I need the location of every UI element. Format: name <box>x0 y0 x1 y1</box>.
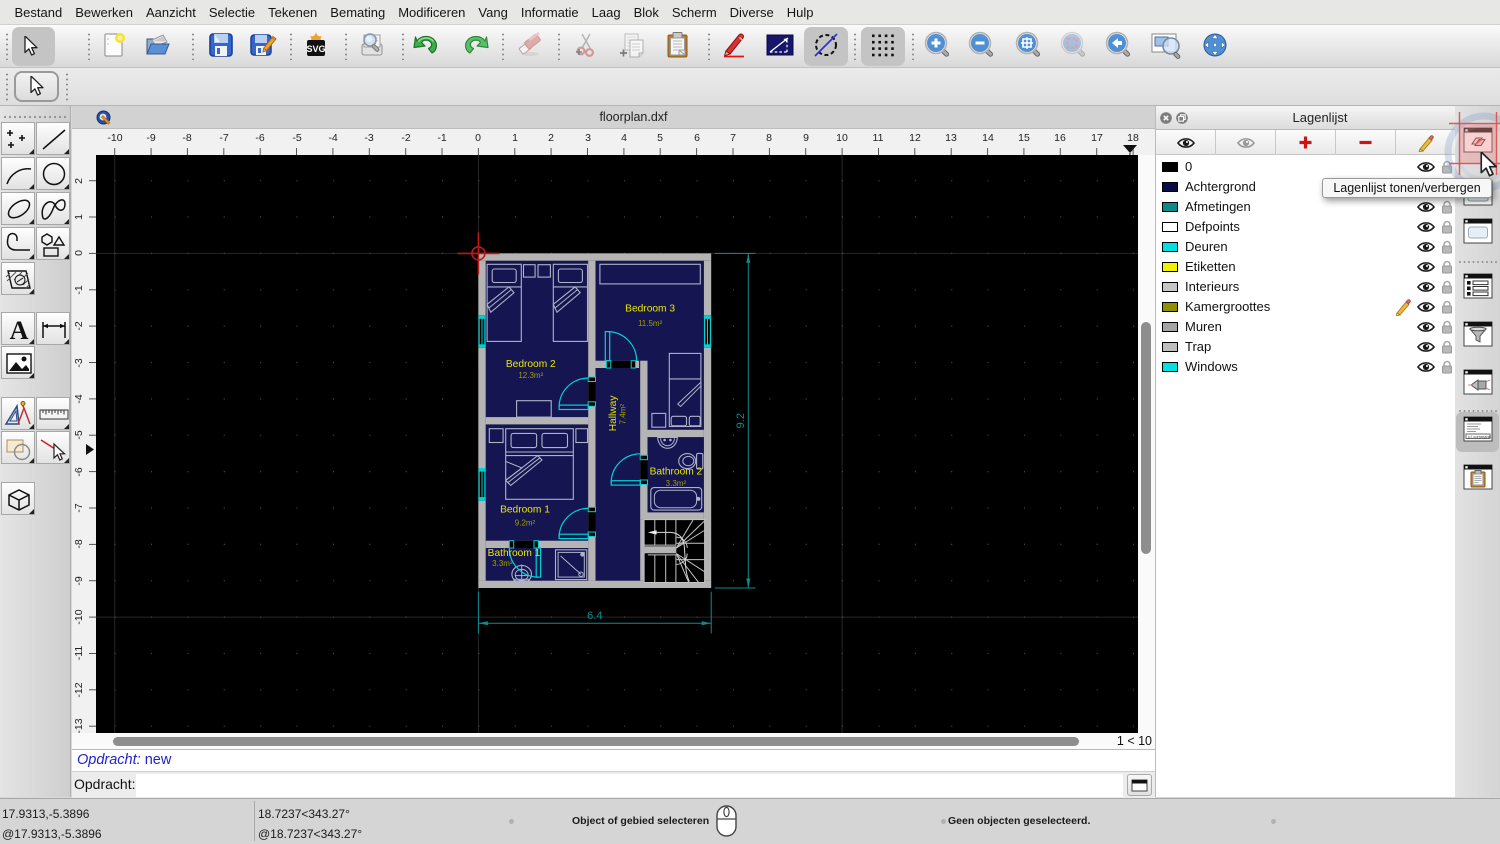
svg-text:11.5m²: 11.5m² <box>638 319 663 328</box>
svg-text:3.3m²: 3.3m² <box>666 479 687 488</box>
svg-text:Hallway: Hallway <box>608 395 619 432</box>
svg-text:9.2m²: 9.2m² <box>515 518 536 527</box>
svg-text:Bedroom 2: Bedroom 2 <box>506 359 556 370</box>
svg-text:3.3m²: 3.3m² <box>492 559 513 568</box>
svg-text:SVG: SVG <box>306 44 325 54</box>
svg-text:7.4m²: 7.4m² <box>619 404 628 425</box>
svg-text:12.3m²: 12.3m² <box>518 371 543 380</box>
svg-text:c:\ command: c:\ command <box>1468 434 1491 439</box>
svg-text:Bathroom 2: Bathroom 2 <box>650 467 703 478</box>
svg-text:Bathroom 1: Bathroom 1 <box>488 548 541 559</box>
svg-text:Bedroom 1: Bedroom 1 <box>500 505 550 516</box>
svg-text:A: A <box>10 316 29 345</box>
svg-text:9.2: 9.2 <box>735 413 747 428</box>
svg-text:Bedroom 3: Bedroom 3 <box>625 304 675 315</box>
svg-text:6.4: 6.4 <box>587 610 602 622</box>
